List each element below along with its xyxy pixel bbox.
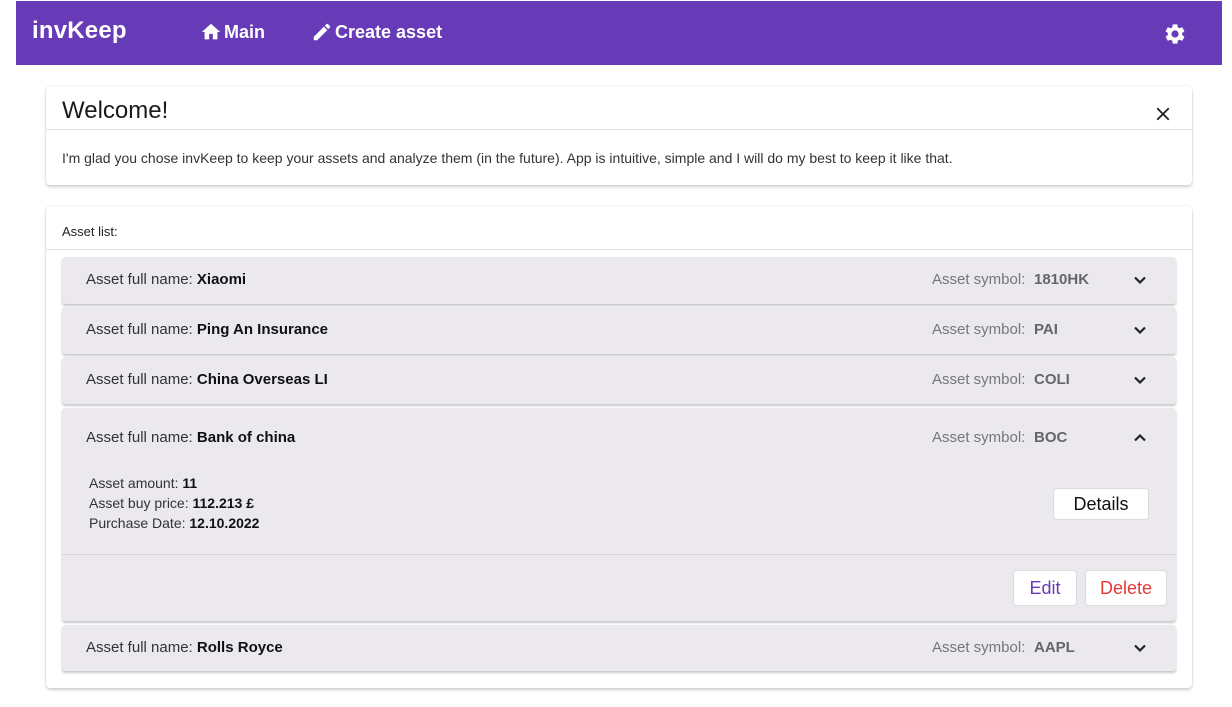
asset-buy-price: Asset buy price: 112.213 £ — [89, 495, 254, 511]
chevron-down-icon[interactable] — [1132, 640, 1148, 656]
chevron-down-icon[interactable] — [1132, 372, 1148, 388]
asset-name-label: Asset full name: — [86, 639, 193, 656]
close-icon — [1156, 107, 1170, 121]
asset-name-field: Asset full name: Rolls Royce — [86, 639, 283, 656]
gear-icon — [1165, 24, 1185, 44]
asset-panel-header[interactable]: Asset full name: China Overseas LI Asset… — [62, 357, 1176, 403]
asset-name-field: Asset full name: Ping An Insurance — [86, 321, 328, 338]
welcome-text: I'm glad you chose invKeep to keep your … — [62, 150, 953, 166]
asset-amount-label: Asset amount: — [89, 475, 179, 491]
asset-name: Rolls Royce — [196, 639, 283, 656]
asset-panel-header[interactable]: Asset full name: Rolls Royce Asset symbo… — [62, 625, 1176, 671]
asset-price-label: Asset buy price: — [89, 495, 189, 511]
asset-symbol: BOC — [1034, 429, 1068, 446]
asset-name-field: Asset full name: Xiaomi — [86, 271, 246, 288]
chevron-up-icon[interactable] — [1132, 430, 1148, 446]
edit-button[interactable]: Edit — [1013, 570, 1077, 606]
details-button[interactable]: Details — [1053, 488, 1149, 520]
divider — [62, 554, 1176, 555]
asset-name: Bank of china — [196, 429, 296, 446]
asset-symbol-label: Asset symbol: — [932, 321, 1026, 338]
asset-name: China Overseas LI — [196, 371, 328, 388]
asset-symbol: 1810HK — [1034, 271, 1090, 288]
asset-amount-value: 11 — [182, 475, 198, 491]
asset-symbol: AAPL — [1034, 639, 1075, 656]
asset-purchase-date: Purchase Date: 12.10.2022 — [89, 515, 259, 531]
nav-main-link[interactable]: Main — [200, 21, 265, 43]
asset-name: Ping An Insurance — [196, 321, 329, 338]
nav-create-asset-link[interactable]: Create asset — [311, 21, 442, 43]
asset-symbol-label: Asset symbol: — [932, 429, 1026, 446]
asset-symbol-label: Asset symbol: — [932, 371, 1026, 388]
asset-panel: Asset full name: China Overseas LI Asset… — [62, 357, 1176, 404]
nav-main-label: Main — [224, 21, 266, 42]
welcome-close-button[interactable] — [1152, 103, 1174, 125]
asset-name-field: Asset full name: Bank of china — [86, 429, 295, 446]
asset-name-field: Asset full name: China Overseas LI — [86, 371, 328, 388]
chevron-down-icon[interactable] — [1132, 272, 1148, 288]
asset-name-label: Asset full name: — [86, 371, 193, 388]
asset-symbol: PAI — [1034, 321, 1058, 338]
asset-list-card: Asset list: Asset full name: Xiaomi Asse… — [46, 206, 1192, 688]
asset-name: Xiaomi — [196, 271, 247, 288]
asset-symbol: COLI — [1034, 371, 1070, 388]
asset-panel: Asset full name: Xiaomi Asset symbol: 18… — [62, 257, 1176, 304]
asset-panel: Asset full name: Ping An Insurance Asset… — [62, 307, 1176, 354]
welcome-title: Welcome! — [62, 97, 169, 124]
chevron-down-icon[interactable] — [1132, 322, 1148, 338]
delete-button[interactable]: Delete — [1085, 570, 1167, 606]
nav-create-label: Create asset — [335, 21, 443, 42]
asset-panel: Asset full name: Rolls Royce Asset symbo… — [62, 625, 1176, 671]
pencil-icon — [313, 23, 331, 41]
asset-name-label: Asset full name: — [86, 429, 193, 446]
asset-list-label: Asset list: — [62, 224, 118, 239]
asset-amount: Asset amount: 11 — [89, 475, 197, 491]
asset-panel-header[interactable]: Asset full name: Xiaomi Asset symbol: 18… — [62, 257, 1176, 303]
asset-symbol-label: Asset symbol: — [932, 639, 1026, 656]
asset-date-label: Purchase Date: — [89, 515, 186, 531]
asset-panel-header[interactable]: Asset full name: Ping An Insurance Asset… — [62, 307, 1176, 353]
settings-button[interactable] — [1163, 22, 1187, 46]
divider — [46, 249, 1192, 250]
asset-name-label: Asset full name: — [86, 271, 193, 288]
asset-symbol-label: Asset symbol: — [932, 271, 1026, 288]
asset-price-value: 112.213 £ — [192, 495, 255, 511]
asset-panel-header[interactable]: Asset full name: Bank of china Asset sym… — [62, 415, 1176, 461]
home-icon — [201, 23, 221, 40]
divider — [46, 129, 1192, 130]
app-brand[interactable]: invKeep — [32, 17, 127, 45]
asset-panel-expanded: Asset full name: Bank of china Asset sym… — [62, 408, 1176, 621]
top-app-bar: invKeep Main Create asset — [16, 1, 1222, 65]
welcome-card: Welcome! I'm glad you chose invKeep to k… — [46, 86, 1192, 185]
asset-date-value: 12.10.2022 — [189, 515, 260, 531]
asset-name-label: Asset full name: — [86, 321, 193, 338]
